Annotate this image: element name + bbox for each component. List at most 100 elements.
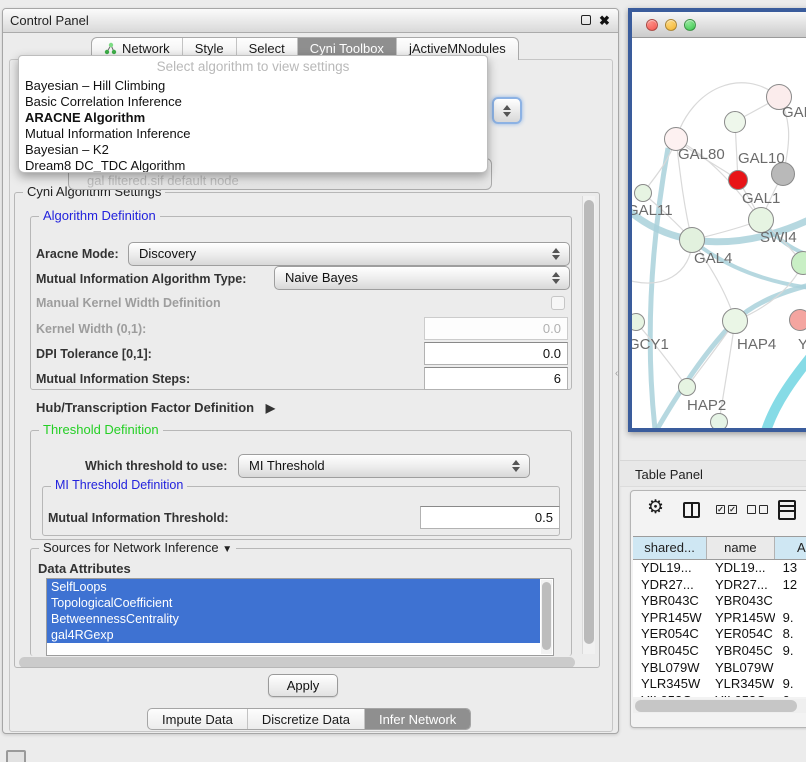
close-traffic-light[interactable]: [646, 19, 658, 31]
float-window-icon[interactable]: [581, 14, 594, 27]
data-attributes-list[interactable]: SelfLoopsTopologicalCoefficientBetweenne…: [46, 578, 554, 656]
attribute-item[interactable]: TopologicalCoefficient: [47, 595, 540, 611]
manual-kernel-label: Manual Kernel Width Definition: [36, 296, 221, 310]
kernel-width-field[interactable]: 0.0: [424, 317, 568, 340]
node-label-gcy1: GCY1: [632, 336, 669, 353]
minimize-traffic-light[interactable]: [665, 19, 677, 31]
table-cell: YBR043C: [707, 593, 775, 610]
algorithm-option[interactable]: Basic Correlation Inference: [19, 94, 487, 110]
column-header[interactable]: shared...: [633, 537, 707, 559]
spinner-arrows-icon: [552, 247, 560, 261]
node-label-gal80: GAL80: [678, 146, 725, 163]
network-view-window[interactable]: GALGAL80GAL10GAL1GAL11SWI4GAL4GCY1HAP4YH…: [628, 8, 806, 432]
algorithm-dropdown-popup: Select algorithm to view settings Bayesi…: [18, 55, 488, 173]
splitter-handle[interactable]: ‹: [615, 368, 618, 379]
list-scrollbar[interactable]: [541, 580, 552, 654]
network-node[interactable]: [724, 111, 746, 133]
table-cell: 9.: [775, 610, 806, 627]
dock-panel-icon[interactable]: [6, 750, 26, 762]
algorithm-option[interactable]: ARACNE Algorithm: [19, 110, 487, 126]
tab-discretize-data[interactable]: Discretize Data: [248, 709, 365, 729]
table-cell: YDL19...: [633, 560, 707, 577]
table-cell: 0.: [775, 693, 806, 697]
table-panel-box: ⚙ ✓✓ shared...nameA YDL19...YDL19...13YD…: [630, 490, 806, 728]
algorithm-option[interactable]: Bayesian – Hill Climbing: [19, 78, 487, 94]
deselect-all-boxes-icon[interactable]: [747, 505, 768, 514]
table-cell: YLR345W: [707, 676, 775, 693]
table-cell: YBR045C: [707, 643, 775, 660]
mi-threshold-field[interactable]: 0.5: [420, 506, 560, 529]
table-body: YDL19...YDL19...13YDR27...YDR27...12YBR0…: [633, 560, 806, 697]
table-cell: YBL079W: [633, 660, 707, 677]
table-cell: YPR145W: [707, 610, 775, 627]
network-node[interactable]: [678, 378, 696, 396]
node-label-gal: GAL: [782, 104, 806, 121]
select-all-checks-icon[interactable]: ✓✓: [716, 505, 737, 514]
network-icon: [104, 42, 117, 55]
dpi-tolerance-field[interactable]: 0.0: [424, 342, 568, 365]
network-node[interactable]: [634, 184, 652, 202]
tab-label: Network: [122, 41, 170, 56]
manual-kernel-checkbox[interactable]: [551, 296, 565, 310]
table-row[interactable]: YBR045CYBR045C9.: [633, 643, 806, 660]
table-cell: YBR045C: [633, 643, 707, 660]
table-horizontal-scrollbar[interactable]: [633, 699, 806, 713]
spinner-arrows-icon: [552, 271, 560, 285]
table-cell: YER054C: [707, 626, 775, 643]
table-row[interactable]: YBL079WYBL079W: [633, 660, 806, 677]
table-row[interactable]: YER054CYER054C8.: [633, 626, 806, 643]
tab-label: Style: [195, 41, 224, 56]
table-cell: [775, 660, 806, 677]
network-canvas[interactable]: GALGAL80GAL10GAL1GAL11SWI4GAL4GCY1HAP4YH…: [632, 38, 806, 428]
which-threshold-label: Which threshold to use:: [85, 459, 227, 473]
table-toolbar: ⚙ ✓✓: [631, 491, 806, 531]
network-node[interactable]: [710, 413, 728, 428]
node-label-gal1: GAL1: [742, 190, 780, 207]
mi-type-combo[interactable]: Naive Bayes: [274, 266, 570, 290]
algorithm-definition-title: Algorithm Definition: [39, 208, 160, 223]
table-row[interactable]: YDR27...YDR27...12: [633, 577, 806, 594]
tab-impute-data[interactable]: Impute Data: [148, 709, 248, 729]
mi-steps-field[interactable]: 6: [424, 367, 568, 390]
close-icon[interactable]: ✖: [599, 14, 612, 27]
table-row[interactable]: YBR043CYBR043C: [633, 593, 806, 610]
panel-title: Control Panel: [10, 13, 89, 28]
export-table-icon[interactable]: [778, 500, 796, 520]
gear-icon[interactable]: ⚙: [647, 499, 664, 517]
which-threshold-value: MI Threshold: [249, 458, 325, 473]
algorithm-combo-fragment[interactable]: [492, 97, 522, 124]
table-cell: YIL052C: [707, 693, 775, 697]
table-row[interactable]: YPR145WYPR145W9.: [633, 610, 806, 627]
attribute-item[interactable]: gal4RGexp: [47, 627, 540, 643]
sources-title-text: Sources for Network Inference: [43, 540, 219, 555]
table-cell: YBR043C: [633, 593, 707, 610]
algorithm-option[interactable]: Bayesian – K2: [19, 142, 487, 158]
column-header[interactable]: A: [775, 537, 806, 559]
table-panel-header: Table Panel: [620, 460, 806, 487]
columns-icon[interactable]: [683, 502, 700, 518]
zoom-traffic-light[interactable]: [684, 19, 696, 31]
algorithm-option[interactable]: Mutual Information Inference: [19, 126, 487, 142]
node-table[interactable]: shared...nameA YDL19...YDL19...13YDR27..…: [633, 536, 806, 697]
network-node[interactable]: [722, 308, 748, 334]
network-node[interactable]: [789, 309, 806, 331]
network-node[interactable]: [728, 170, 748, 190]
tab-infer-network[interactable]: Infer Network: [365, 709, 470, 729]
tab-label: jActiveMNodules: [409, 41, 506, 56]
table-cell: YBL079W: [707, 660, 775, 677]
algorithm-option[interactable]: Dream8 DC_TDC Algorithm: [19, 158, 487, 173]
table-row[interactable]: YIL052CYIL052C0.: [633, 693, 806, 697]
table-row[interactable]: YDL19...YDL19...13: [633, 560, 806, 577]
sources-group-title[interactable]: Sources for Network Inference ▼: [39, 540, 236, 555]
attribute-item[interactable]: BetweennessCentrality: [47, 611, 540, 627]
which-threshold-combo[interactable]: MI Threshold: [238, 454, 530, 478]
attribute-item[interactable]: SelfLoops: [47, 579, 540, 595]
column-header[interactable]: name: [707, 537, 775, 559]
apply-button[interactable]: Apply: [268, 674, 338, 697]
aracne-mode-combo[interactable]: Discovery: [128, 242, 570, 266]
table-row[interactable]: YLR345WYLR345W9.: [633, 676, 806, 693]
table-cell: YER054C: [633, 626, 707, 643]
hub-definition-toggle[interactable]: Hub/Transcription Factor Definition ▶: [36, 400, 275, 415]
table-cell: 9.: [775, 676, 806, 693]
dpi-tolerance-label: DPI Tolerance [0,1]:: [36, 347, 152, 361]
